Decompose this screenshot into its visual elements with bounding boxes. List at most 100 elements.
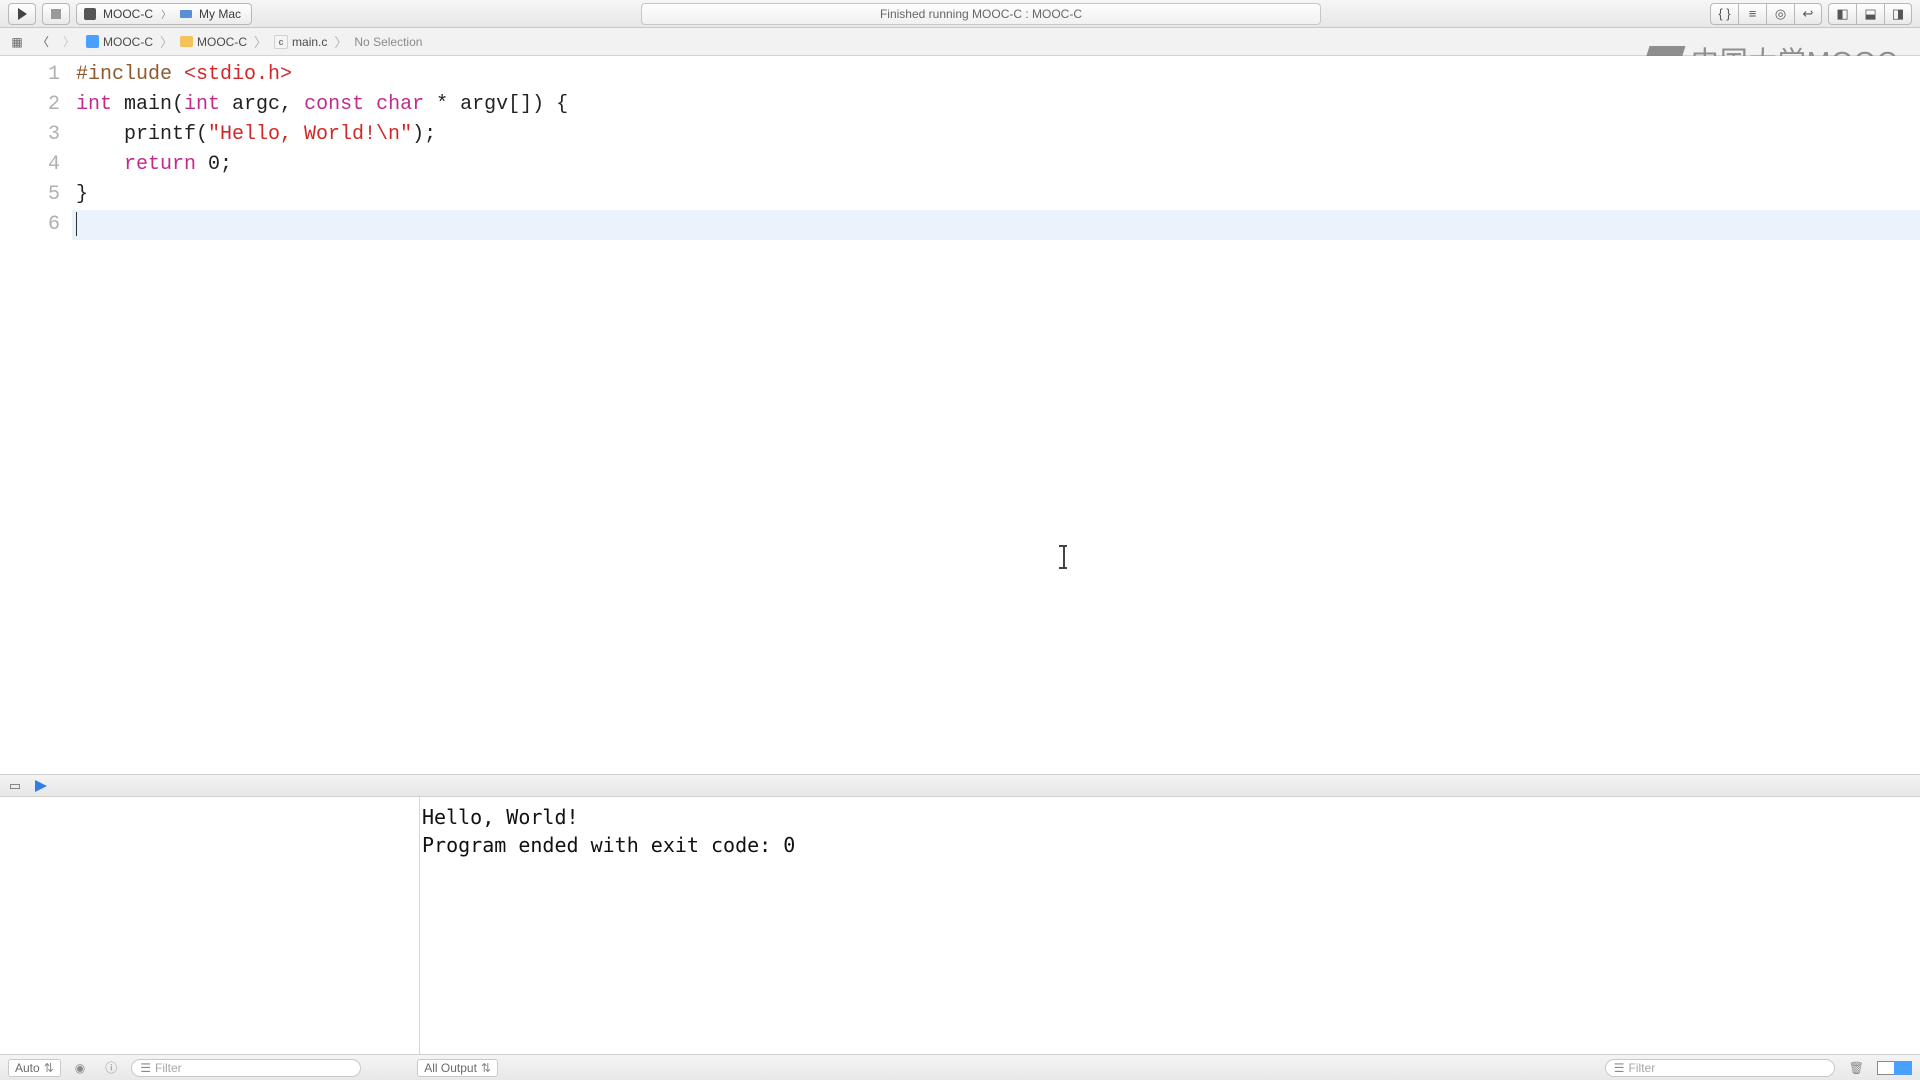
rings-icon: ◎: [1775, 6, 1786, 22]
panel-icon: ▭: [9, 778, 21, 794]
line-number: 5: [0, 180, 60, 210]
editor-mode-group: { } ≡ ◎ ↩: [1710, 3, 1822, 25]
info-icon: ⓘ: [105, 1059, 117, 1076]
console-line: Hello, World!: [422, 805, 579, 829]
console-line: Program ended with exit code: 0: [422, 833, 795, 857]
quicklook-button[interactable]: ◉: [69, 1059, 91, 1077]
code-editor[interactable]: 1 2 3 4 5 6 #include <stdio.h> int main(…: [0, 56, 1920, 774]
toggle-navigator-button[interactable]: ◧: [1828, 3, 1856, 25]
line-number: 4: [0, 150, 60, 180]
chevron-right-icon: 〉: [254, 32, 267, 51]
filter-icon: ☰: [140, 1061, 151, 1075]
forward-button[interactable]: 〉: [58, 32, 80, 52]
folder-icon: [180, 36, 193, 47]
line-number: 3: [0, 120, 60, 150]
updown-icon: ⇅: [481, 1061, 491, 1075]
console-filter-input[interactable]: ☰ Filter: [1605, 1059, 1835, 1077]
left-pane-icon: [1877, 1061, 1895, 1075]
standard-editor-button[interactable]: ≡: [1738, 3, 1766, 25]
console-scope-select[interactable]: All Output ⇅: [417, 1059, 498, 1077]
main-toolbar: MOOC-C 〉 My Mac Finished running MOOC-C …: [0, 0, 1920, 28]
braces-icon: { }: [1718, 6, 1730, 21]
breadcrumb-project[interactable]: MOOC-C: [84, 35, 155, 49]
lines-icon: ≡: [1749, 6, 1757, 21]
debug-area: ▭ Hello, World! Program ended with exit …: [0, 774, 1920, 1054]
chevron-left-icon: 〈: [37, 33, 49, 50]
breadcrumb-folder-label: MOOC-C: [197, 35, 247, 49]
updown-icon: ⇅: [44, 1061, 54, 1075]
back-button[interactable]: 〈: [32, 32, 54, 52]
scope-label: Auto: [15, 1061, 40, 1075]
toggle-debug-button[interactable]: ⬓: [1856, 3, 1884, 25]
trash-icon: 🗑: [1849, 1061, 1864, 1075]
line-number: 2: [0, 90, 60, 120]
chevron-right-icon: 〉: [161, 6, 171, 21]
breadcrumb-selection-label: No Selection: [354, 35, 422, 49]
panel-toggle-group: ◧ ⬓ ◨: [1828, 3, 1912, 25]
debug-bottom-bar: Auto ⇅ ◉ ⓘ ☰ Filter All Output ⇅ ☰ Filte…: [0, 1054, 1920, 1080]
related-items-button[interactable]: ▦: [6, 32, 28, 52]
breadcrumb-file[interactable]: c main.c: [272, 35, 329, 49]
hide-debug-button[interactable]: ▭: [6, 779, 24, 793]
jump-bar: ▦ 〈 〉 MOOC-C 〉 MOOC-C 〉 c main.c 〉 No Se…: [0, 28, 1920, 56]
scheme-selector[interactable]: MOOC-C 〉 My Mac: [76, 3, 252, 25]
c-file-icon: c: [274, 35, 288, 49]
code-line[interactable]: [72, 210, 1920, 240]
code-line[interactable]: #include <stdio.h>: [72, 60, 1920, 90]
assistant-editor-button[interactable]: ◎: [1766, 3, 1794, 25]
breadcrumb-project-label: MOOC-C: [103, 35, 153, 49]
eye-icon: ◉: [75, 1061, 85, 1075]
stop-button[interactable]: [42, 3, 70, 25]
arrows-icon: ↩: [1803, 6, 1814, 22]
line-number: 1: [0, 60, 60, 90]
scheme-project-label: MOOC-C: [103, 7, 153, 21]
variables-filter-input[interactable]: ☰ Filter: [131, 1059, 361, 1077]
chevron-right-icon: 〉: [334, 32, 347, 51]
toggle-utilities-button[interactable]: ◨: [1884, 3, 1912, 25]
chevron-right-icon: 〉: [63, 33, 75, 50]
chevron-right-icon: 〉: [160, 32, 173, 51]
filter-placeholder: Filter: [1629, 1061, 1656, 1075]
clear-console-button[interactable]: 🗑: [1843, 1059, 1870, 1077]
right-pane-icon: [1894, 1061, 1912, 1075]
variables-scope-select[interactable]: Auto ⇅: [8, 1059, 61, 1077]
breadcrumb-file-label: main.c: [292, 35, 327, 49]
console-panel-toggle[interactable]: [1878, 1061, 1912, 1075]
debug-split: Hello, World! Program ended with exit co…: [0, 797, 1920, 1054]
code-line[interactable]: printf("Hello, World!\n");: [72, 120, 1920, 150]
version-editor-button[interactable]: ↩: [1794, 3, 1822, 25]
breakpoint-toggle-button[interactable]: [32, 779, 50, 793]
debug-toolbar: ▭: [0, 775, 1920, 797]
variables-view[interactable]: [0, 797, 420, 1054]
grid-icon: ▦: [11, 35, 22, 49]
stop-icon: [51, 9, 61, 19]
play-icon: [18, 8, 27, 20]
bottom-panel-icon: ⬓: [1864, 6, 1876, 22]
code-line[interactable]: }: [72, 180, 1920, 210]
code-area[interactable]: #include <stdio.h> int main(int argc, co…: [72, 56, 1920, 774]
line-gutter: 1 2 3 4 5 6: [0, 56, 72, 774]
project-icon: [83, 7, 97, 21]
info-button[interactable]: ⓘ: [99, 1059, 123, 1077]
console-scope-label: All Output: [424, 1061, 477, 1075]
breadcrumb-folder[interactable]: MOOC-C: [178, 35, 249, 49]
left-panel-icon: ◧: [1836, 6, 1848, 22]
status-text: Finished running MOOC-C : MOOC-C: [880, 7, 1082, 21]
line-number: 6: [0, 210, 60, 240]
activity-status: Finished running MOOC-C : MOOC-C: [641, 3, 1321, 25]
i-beam-cursor-icon: [1062, 546, 1064, 568]
code-line[interactable]: int main(int argc, const char * argv[]) …: [72, 90, 1920, 120]
project-icon: [86, 35, 99, 48]
run-button[interactable]: [8, 3, 36, 25]
console-output[interactable]: Hello, World! Program ended with exit co…: [420, 797, 1920, 1054]
breadcrumb-selection[interactable]: No Selection: [352, 35, 424, 49]
device-icon: [179, 7, 193, 21]
right-panel-icon: ◨: [1892, 6, 1904, 22]
code-snippets-button[interactable]: { }: [1710, 3, 1738, 25]
filter-placeholder: Filter: [155, 1061, 182, 1075]
breakpoint-icon: [35, 780, 47, 792]
code-line[interactable]: return 0;: [72, 150, 1920, 180]
text-caret: [76, 212, 77, 236]
scheme-device-label: My Mac: [199, 7, 241, 21]
filter-icon: ☰: [1614, 1061, 1625, 1075]
